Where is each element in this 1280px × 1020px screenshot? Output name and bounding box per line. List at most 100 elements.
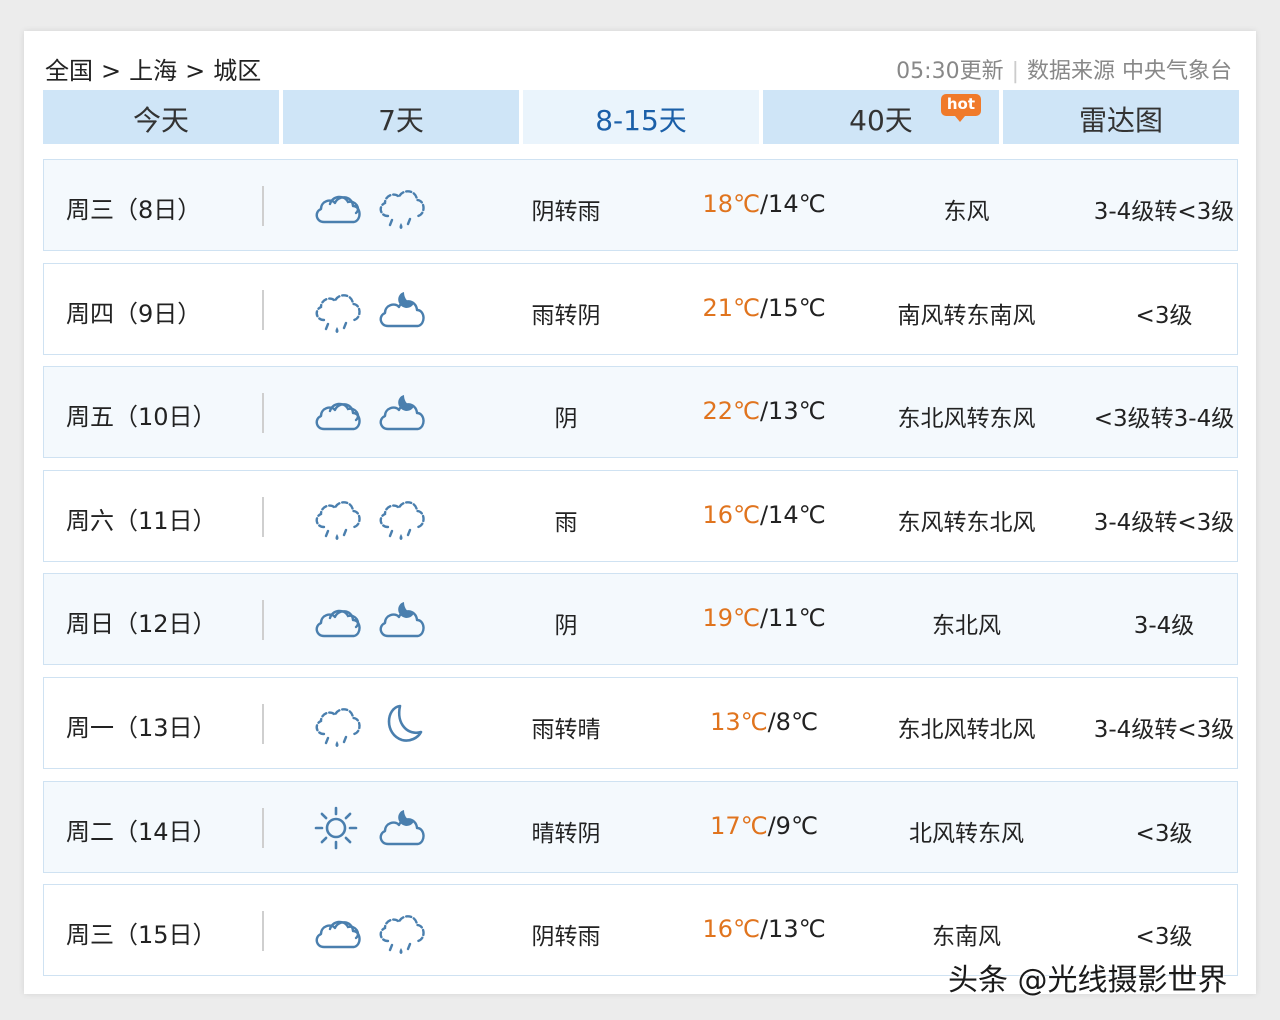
low-temperature: 11℃ (768, 604, 826, 633)
high-temperature: 16℃ (702, 915, 760, 944)
breadcrumb-item-country[interactable]: 全国 (45, 57, 93, 85)
watermark: 头条 @光线摄影世界 (948, 963, 1228, 998)
rain-icon (379, 915, 425, 955)
tab-radar[interactable]: 雷达图 (1003, 90, 1239, 144)
weather-description: 阴 (554, 406, 578, 433)
column-divider (262, 289, 264, 330)
wind-level: <3级 (1135, 302, 1193, 329)
update-meta: 05:30更新 | 数据来源 中央气象台 (896, 53, 1232, 85)
low-temperature: 9℃ (775, 811, 818, 840)
high-temperature: 13℃ (710, 708, 768, 736)
column-divider (262, 496, 264, 537)
low-temperature: 15℃ (768, 293, 826, 322)
sun-icon (314, 806, 358, 849)
rain-icon (379, 500, 425, 540)
wind-level: 3-4级转<3级 (1093, 199, 1235, 225)
breadcrumb: 全国 > 上海 > 城区 (45, 51, 261, 86)
weather-description: 晴转阴 (531, 820, 601, 847)
forecast-row: 周三（8日） 阴转雨 18℃/14℃ 东风 3-4级转<3级 (43, 159, 1238, 251)
tab-8-15-days[interactable]: 8-15天 (523, 90, 759, 144)
temperature-separator: / (767, 708, 776, 736)
meta-divider: | (1011, 59, 1019, 84)
column-divider (262, 704, 264, 744)
weather-description: 阴转雨 (531, 924, 601, 951)
low-temperature: 13℃ (768, 397, 826, 426)
forecast-day: 周三（8日） (66, 196, 202, 224)
column-divider (262, 807, 264, 848)
low-temperature: 13℃ (768, 915, 826, 944)
forecast-row: 周日（12日） 阴 19℃/11℃ 东北风 3-4级 (43, 573, 1238, 666)
temperature-range: 17℃/9℃ (664, 812, 864, 840)
forecast-day: 周日（12日） (66, 610, 217, 639)
column-divider (262, 393, 264, 434)
forecast-tabs: 今天 7天 8-15天 40天 hot 雷达图 (43, 90, 1240, 144)
breadcrumb-item-city[interactable]: 上海 (129, 57, 177, 85)
breadcrumb-separator: > (101, 57, 122, 85)
forecast-row: 周四（9日） 雨转阴 21℃/15℃ 南风转东南风 <3级 (43, 262, 1238, 355)
tab-today[interactable]: 今天 (43, 90, 279, 144)
weather-description: 雨转阴 (531, 302, 601, 329)
temperature-range: 18℃/14℃ (664, 190, 864, 218)
high-temperature: 21℃ (702, 293, 760, 322)
temperature-separator: / (759, 190, 769, 218)
wind-level: <3级 (1135, 820, 1193, 847)
weather-description: 阴转雨 (531, 199, 601, 225)
wind-level: <3级转3-4级 (1093, 406, 1235, 433)
forecast-day: 周五（10日） (66, 403, 217, 432)
tab-label: 今天 (132, 104, 189, 137)
cloudy-icon (315, 920, 361, 949)
temperature-range: 13℃/8℃ (664, 708, 864, 736)
tab-40-days[interactable]: 40天 hot (763, 90, 999, 144)
forecast-row: 周一（13日） 雨转晴 13℃/8℃ 东北风转北风 3-4级转<3级 (43, 677, 1238, 769)
wind-direction: 东北风转东风 (897, 406, 1036, 433)
cloudy-icon (315, 610, 361, 638)
forecast-day: 周六（11日） (66, 506, 217, 535)
forecast-day: 周三（15日） (66, 921, 217, 950)
breadcrumb-separator: > (185, 57, 206, 85)
rain-icon (379, 190, 425, 229)
rain-icon (315, 708, 361, 747)
wind-direction: 南风转东南风 (897, 302, 1036, 329)
tab-label: 7天 (378, 104, 424, 137)
partly-cloudy-night-icon (379, 395, 425, 431)
weather-description: 雨转晴 (531, 717, 601, 743)
cloudy-icon (315, 402, 361, 431)
wind-direction: 东南风 (932, 924, 1001, 951)
update-time: 05:30更新 (896, 59, 1004, 84)
wind-direction: 北风转东风 (909, 820, 1024, 847)
forecast-row: 周二（14日） 晴转阴 17℃/9℃ 北风转东风 <3级 (43, 780, 1238, 873)
temperature-separator: / (759, 915, 769, 944)
high-temperature: 16℃ (702, 500, 760, 529)
wind-direction: 东北风转北风 (897, 717, 1036, 743)
tab-7-days[interactable]: 7天 (283, 90, 519, 144)
tab-label: 40天 (849, 104, 913, 137)
high-temperature: 18℃ (702, 190, 760, 218)
high-temperature: 22℃ (702, 397, 760, 426)
temperature-separator: / (759, 293, 769, 322)
temperature-separator: / (759, 500, 769, 529)
temperature-range: 16℃/13℃ (664, 915, 864, 943)
low-temperature: 14℃ (768, 190, 826, 218)
forecast-row: 周五（10日） 阴 22℃/13℃ 东北风转东风 <3级转3-4级 (43, 366, 1238, 459)
wind-direction: 东风转东北风 (897, 509, 1036, 536)
low-temperature: 14℃ (768, 500, 826, 529)
forecast-day: 周二（14日） (66, 817, 217, 846)
low-temperature: 8℃ (775, 708, 818, 736)
column-divider (262, 600, 264, 641)
high-temperature: 19℃ (702, 604, 760, 633)
wind-direction: 东风 (943, 199, 990, 225)
hot-badge: hot (940, 94, 981, 122)
temperature-separator: / (759, 604, 769, 633)
weather-description: 雨 (554, 509, 578, 536)
high-temperature: 17℃ (710, 811, 768, 840)
wind-level: 3-4级转<3级 (1093, 509, 1235, 536)
partly-cloudy-night-icon (379, 809, 425, 845)
rain-icon (315, 293, 361, 333)
breadcrumb-item-district: 城区 (213, 57, 262, 85)
column-divider (262, 186, 264, 226)
temperature-range: 22℃/13℃ (664, 397, 864, 425)
forecast-day: 周一（13日） (66, 714, 217, 742)
moon-icon (387, 704, 423, 742)
wind-level: 3-4级转<3级 (1093, 717, 1235, 743)
cloudy-icon (315, 195, 361, 224)
